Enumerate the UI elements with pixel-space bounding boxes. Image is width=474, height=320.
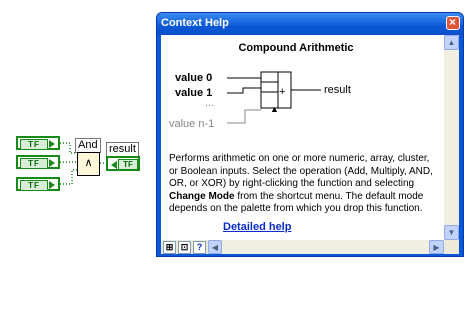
and-function-node[interactable]: ∧ bbox=[77, 152, 100, 176]
vertical-scrollbar[interactable]: ▲ ▼ bbox=[444, 35, 459, 240]
window-titlebar[interactable]: Context Help × bbox=[157, 13, 463, 35]
scroll-left-button[interactable]: ◀ bbox=[208, 240, 222, 254]
size-grip[interactable] bbox=[444, 240, 459, 254]
boolean-control-label: TF bbox=[20, 139, 48, 150]
function-description: Performs arithmetic on one or more numer… bbox=[169, 153, 439, 216]
detailed-help-link[interactable]: Detailed help bbox=[223, 221, 291, 233]
input-ellipsis: ... bbox=[205, 97, 215, 109]
help-content: Compound Arithmetic + ▲ value 0 value 1 … bbox=[161, 35, 459, 254]
svg-text:▲: ▲ bbox=[270, 104, 279, 114]
boolean-control-label: TF bbox=[20, 158, 48, 169]
lock-icon[interactable]: ⊡ bbox=[178, 241, 191, 254]
boolean-indicator-text: TF bbox=[118, 159, 138, 170]
scroll-up-button[interactable]: ▲ bbox=[444, 35, 459, 50]
boolean-control-3[interactable]: TF bbox=[16, 177, 60, 191]
output-result: result bbox=[324, 84, 351, 96]
description-bold: Change Mode bbox=[169, 190, 235, 202]
boolean-indicator[interactable]: TF bbox=[106, 156, 140, 171]
arrow-right-icon bbox=[49, 181, 55, 189]
boolean-control-label: TF bbox=[20, 180, 48, 191]
arrow-right-icon bbox=[49, 140, 55, 148]
svg-text:+: + bbox=[279, 86, 285, 98]
scroll-right-button[interactable]: ▶ bbox=[429, 240, 444, 254]
window-title: Context Help bbox=[161, 17, 229, 29]
context-help-window[interactable]: Context Help × Compound Arithmetic + ▲ v… bbox=[156, 12, 464, 257]
and-symbol: ∧ bbox=[84, 157, 93, 169]
help-button[interactable]: ? bbox=[193, 241, 206, 254]
and-node-label: And bbox=[75, 138, 101, 153]
arrow-left-icon bbox=[111, 161, 117, 169]
boolean-control-1[interactable]: TF bbox=[16, 136, 60, 150]
boolean-control-2[interactable]: TF bbox=[16, 155, 60, 169]
description-text-1: Performs arithmetic on one or more numer… bbox=[169, 153, 433, 189]
horizontal-scroll-track[interactable] bbox=[222, 240, 429, 254]
scroll-down-button[interactable]: ▼ bbox=[444, 225, 459, 240]
input-value-0: value 0 bbox=[175, 72, 213, 84]
close-icon: × bbox=[449, 15, 457, 29]
function-name: Compound Arithmetic bbox=[238, 42, 354, 54]
help-toolbar: ⊞ ⊡ ? ◀ ▶ bbox=[161, 240, 459, 254]
show-optional-terminals-icon[interactable]: ⊞ bbox=[163, 241, 176, 254]
arrow-right-icon bbox=[49, 159, 55, 167]
input-value-n-1: value n-1 bbox=[169, 118, 215, 130]
close-button[interactable]: × bbox=[446, 15, 460, 30]
indicator-label: result bbox=[106, 142, 139, 157]
